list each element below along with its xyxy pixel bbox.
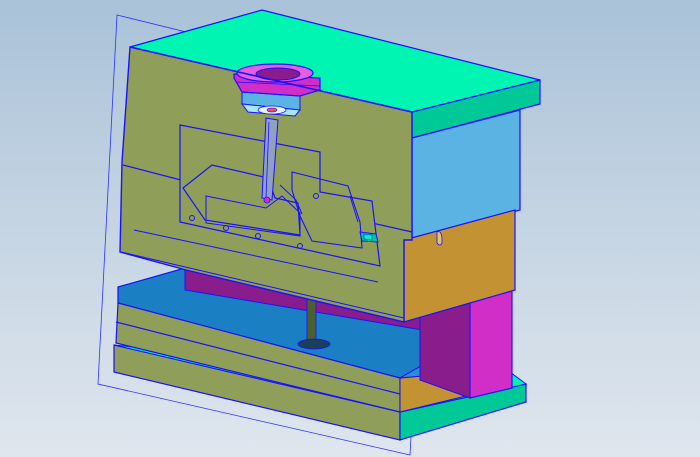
support-pillar-side[interactable] [469, 289, 513, 399]
mold-assembly-3d-model[interactable] [0, 0, 700, 457]
locating-ring[interactable] [233, 63, 321, 97]
cad-viewport[interactable] [0, 0, 700, 457]
side-hole[interactable] [436, 231, 443, 246]
